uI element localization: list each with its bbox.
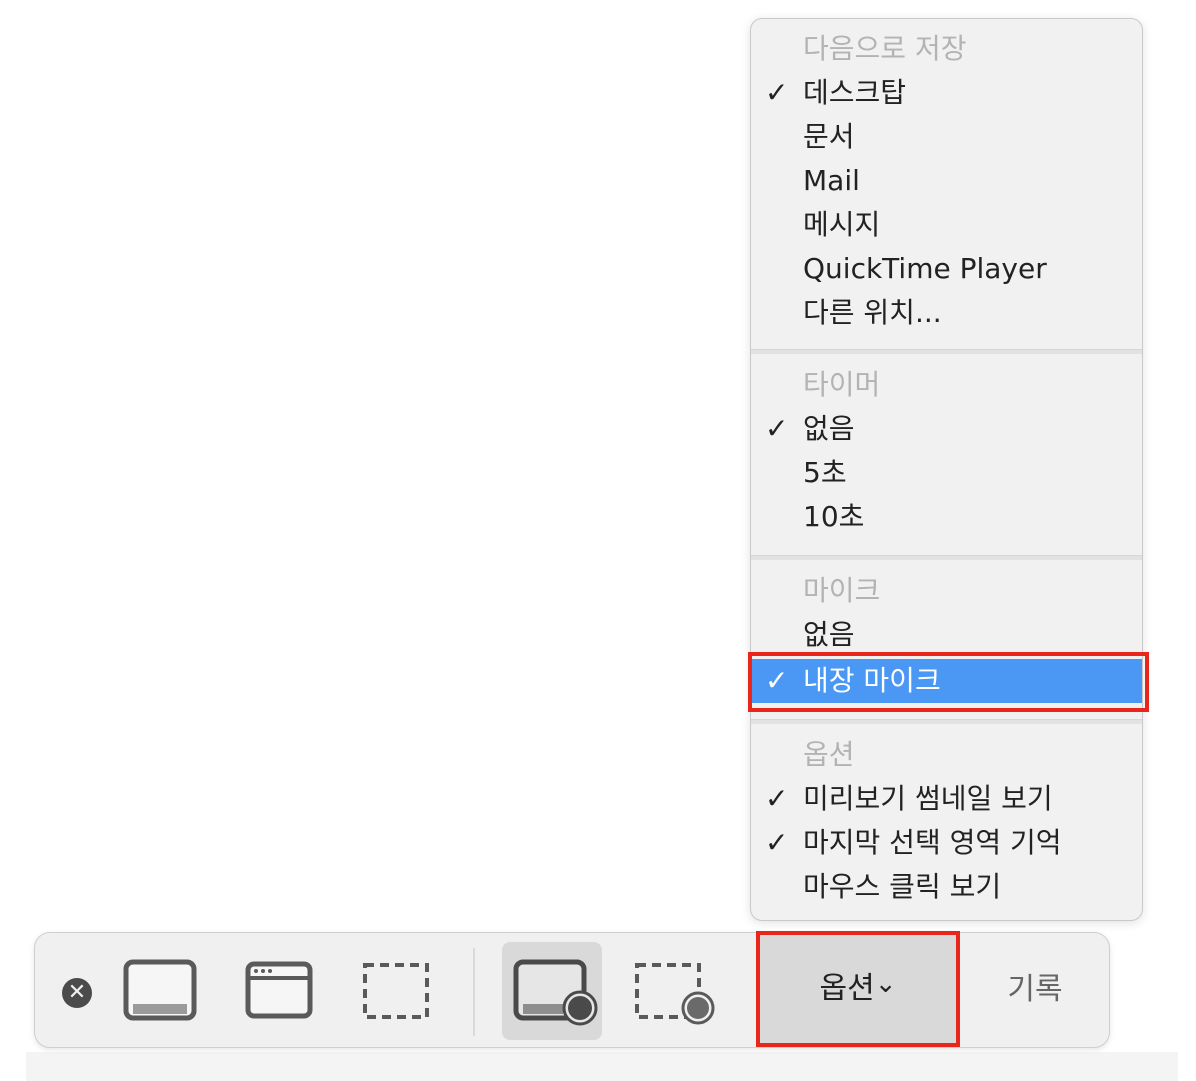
menu-item-label: 없음	[803, 618, 855, 651]
record-screen-button[interactable]	[512, 958, 604, 1030]
window-capture-icon	[245, 961, 313, 1019]
menu-separator	[751, 349, 1142, 354]
capture-screen-button[interactable]	[122, 958, 200, 1024]
checkmark-icon: ✓	[765, 826, 789, 859]
menu-item-quicktime[interactable]: QuickTime Player	[751, 247, 1142, 291]
menu-item-timer-5s[interactable]: 5초	[751, 451, 1142, 495]
menu-item-timer-10s[interactable]: 10초	[751, 495, 1142, 539]
options-button[interactable]: 옵션⌄	[756, 931, 960, 1047]
menu-item-mail[interactable]: Mail	[751, 159, 1142, 203]
menu-item-show-mouse-clicks[interactable]: 마우스 클릭 보기	[751, 865, 1142, 909]
menu-item-remember-selection[interactable]: ✓ 마지막 선택 영역 기억	[751, 821, 1142, 865]
close-button[interactable]: ✕	[62, 978, 92, 1008]
menu-item-label: 데스크탑	[803, 76, 907, 109]
highlight-outline-builtin-mic	[748, 652, 1149, 712]
selection-record-icon	[635, 963, 715, 1025]
menu-item-label: 미리보기 썸네일 보기	[803, 782, 1053, 815]
toolbar-divider	[473, 948, 475, 1036]
menu-item-label: 마우스 클릭 보기	[803, 870, 1002, 903]
menu-separator	[751, 719, 1142, 724]
menu-separator	[751, 555, 1142, 560]
screen-record-icon	[513, 959, 598, 1026]
menu-item-documents[interactable]: 문서	[751, 115, 1142, 159]
menu-header-save-to: 다음으로 저장	[751, 27, 1142, 71]
menu-item-label: QuickTime Player	[803, 252, 1047, 285]
capture-window-button[interactable]	[244, 960, 316, 1022]
menu-header-label: 옵션	[803, 738, 855, 771]
menu-item-label: 없음	[803, 412, 855, 445]
menu-item-label: Mail	[803, 164, 860, 197]
menu-item-messages[interactable]: 메시지	[751, 203, 1142, 247]
menu-item-label: 메시지	[803, 208, 881, 241]
menu-item-label: 10초	[803, 500, 865, 533]
checkmark-icon: ✓	[765, 782, 789, 815]
menu-header-label: 타이머	[803, 368, 881, 401]
menu-item-label: 5초	[803, 456, 847, 489]
options-label: 옵션	[819, 971, 875, 1006]
options-menu: 다음으로 저장 ✓ 데스크탑 문서 Mail 메시지 QuickTime Pla…	[750, 18, 1143, 921]
checkmark-icon: ✓	[765, 412, 789, 445]
background-strip	[26, 1052, 1178, 1081]
selection-capture-icon	[363, 963, 429, 1019]
menu-item-timer-none[interactable]: ✓ 없음	[751, 407, 1142, 451]
menu-header-microphone: 마이크	[751, 569, 1142, 613]
chevron-down-icon: ⌄	[874, 969, 897, 999]
menu-item-label: 다른 위치...	[803, 296, 942, 329]
record-label: 기록	[1007, 972, 1063, 1007]
menu-header-timer: 타이머	[751, 363, 1142, 407]
record-button[interactable]: 기록	[990, 960, 1080, 1020]
menu-header-options: 옵션	[751, 733, 1142, 777]
menu-item-label: 마지막 선택 영역 기억	[803, 826, 1062, 859]
menu-item-mic-none[interactable]: 없음	[751, 613, 1142, 657]
menu-item-desktop[interactable]: ✓ 데스크탑	[751, 71, 1142, 115]
checkmark-icon: ✓	[765, 76, 789, 109]
record-selection-button[interactable]	[632, 960, 720, 1030]
menu-header-label: 마이크	[803, 574, 881, 607]
menu-item-other-location[interactable]: 다른 위치...	[751, 291, 1142, 335]
close-icon: ✕	[67, 980, 87, 1005]
capture-selection-button[interactable]	[360, 960, 434, 1024]
menu-header-label: 다음으로 저장	[803, 32, 967, 65]
menu-item-label: 문서	[803, 120, 855, 153]
menu-item-show-thumbnail[interactable]: ✓ 미리보기 썸네일 보기	[751, 777, 1142, 821]
screen-capture-icon	[123, 959, 197, 1021]
